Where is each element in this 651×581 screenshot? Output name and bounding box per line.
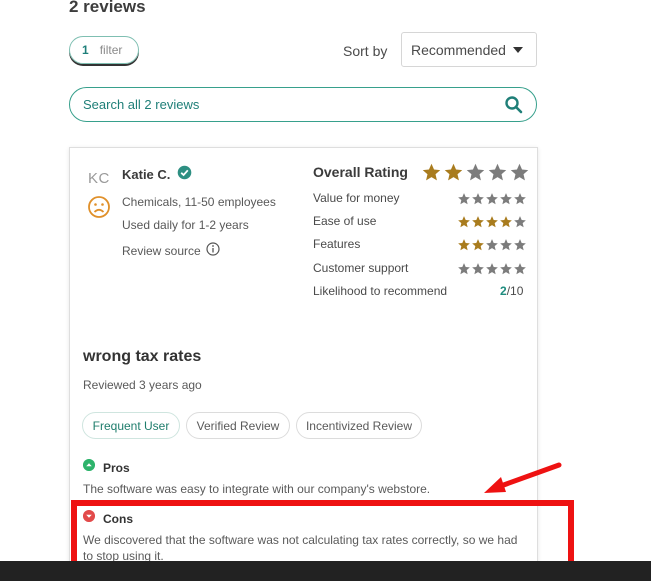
rating-label-ease: Ease of use [313,214,377,228]
sort-label: Sort by [343,43,388,59]
arrow-icon [484,462,562,493]
overall-rating-label: Overall Rating [313,164,408,180]
star-empty-icon [488,163,507,181]
tag-frequent-user: Frequent User [82,412,180,439]
star-empty-icon [458,193,470,205]
star-empty-icon [458,263,470,275]
filter-label: filter [99,43,123,57]
star-empty-icon [514,193,526,205]
bottom-bar [0,561,651,581]
recommend-total: /10 [506,284,524,298]
review-source: Review source [122,244,201,258]
rating-stars-value [457,192,527,206]
star-empty-icon [466,163,485,181]
star-empty-icon [500,239,512,251]
rating-label-support: Customer support [313,261,409,275]
info-icon[interactable] [206,242,220,256]
pros-text: The software was easy to integrate with … [83,482,431,496]
filter-count: 1 [82,43,89,57]
star-empty-icon [486,263,498,275]
avatar: KC [88,170,110,187]
star-empty-icon [510,163,529,181]
overall-rating-stars [421,162,530,183]
reviews-count: 2 reviews [69,0,146,16]
star-empty-icon [486,193,498,205]
rating-label-value: Value for money [313,191,400,205]
star-filled-icon [472,239,484,251]
recommend-value: 2/10 [500,284,523,298]
star-empty-icon [514,263,526,275]
star-empty-icon [472,263,484,275]
search-icon[interactable] [504,95,524,115]
star-empty-icon [500,263,512,275]
star-filled-icon [500,216,512,228]
tag-verified-review: Verified Review [186,412,290,439]
star-filled-icon [444,163,463,181]
rating-label-features: Features [313,237,361,251]
pros-icon [83,459,95,471]
rating-stars-ease [457,215,527,229]
star-empty-icon [472,193,484,205]
review-date: Reviewed 3 years ago [83,378,202,392]
rating-stars-support [457,262,527,276]
star-empty-icon [514,239,526,251]
sort-select[interactable]: Recommended [401,32,537,67]
star-filled-icon [422,163,441,181]
reviewer-name: Katie C. [122,167,171,182]
star-filled-icon [458,239,470,251]
sad-face-icon [88,196,110,218]
star-empty-icon [486,239,498,251]
star-filled-icon [486,216,498,228]
sort-selected-value: Recommended [411,41,506,58]
recommend-label: Likelihood to recommend [313,284,448,298]
reviewer-company: Chemicals, 11-50 employees [122,195,276,209]
recommend-score: 2 [500,284,507,298]
reviewer-usage: Used daily for 1-2 years [122,218,249,232]
rating-stars-features [457,238,527,252]
pros-label: Pros [103,461,130,475]
star-empty-icon [500,193,512,205]
verified-check-icon [177,165,192,180]
tag-incentivized-review: Incentivized Review [296,412,422,439]
star-filled-icon [458,216,470,228]
search-input[interactable]: Search all 2 reviews [69,87,537,122]
star-empty-icon [514,216,526,228]
filter-button[interactable]: 1 filter [69,36,139,64]
review-title: wrong tax rates [83,348,202,365]
star-filled-icon [472,216,484,228]
chevron-down-icon [513,47,523,53]
search-placeholder: Search all 2 reviews [83,97,200,112]
